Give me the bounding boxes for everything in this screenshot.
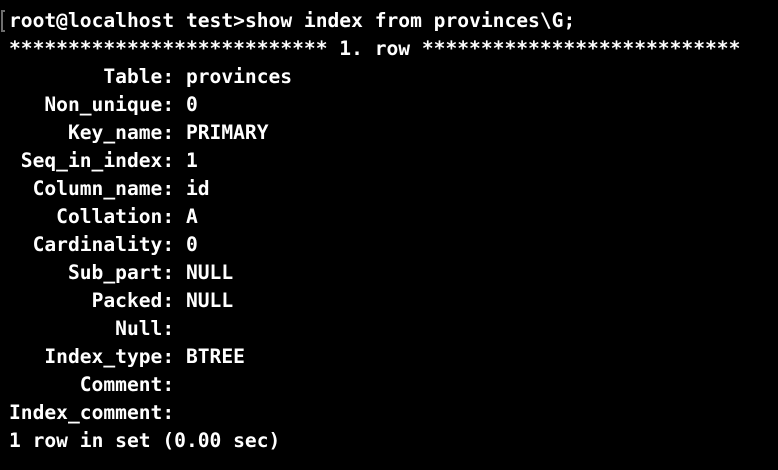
field-value: id	[185, 177, 210, 200]
field-row: Index_comment:	[9, 399, 778, 427]
field-row: Null:	[9, 315, 778, 343]
row-header-text: *************************** 1. row *****…	[9, 37, 741, 60]
field-value: 0	[185, 93, 198, 116]
field-row: Key_name: PRIMARY	[9, 119, 778, 147]
field-row: Index_type: BTREE	[9, 343, 778, 371]
field-name: Non_unique	[44, 93, 163, 116]
field-value: PRIMARY	[185, 121, 269, 144]
field-row: Column_name: id	[9, 175, 778, 203]
field-value: 0	[185, 233, 198, 256]
field-value: NULL	[185, 261, 234, 284]
field-name: Packed	[91, 289, 163, 312]
field-value: NULL	[185, 289, 234, 312]
field-name: Index_type	[44, 345, 163, 368]
field-row: Comment:	[9, 371, 778, 399]
field-name: Null	[115, 317, 163, 340]
field-name: Sub_part	[67, 261, 163, 284]
field-row: Seq_in_index: 1	[9, 147, 778, 175]
result-summary: 1 row in set (0.00 sec)	[9, 429, 281, 452]
command-line: root@localhost test> show index from prov…	[9, 7, 778, 35]
field-name: Column_name	[32, 177, 163, 200]
field-row: Cardinality: 0	[9, 231, 778, 259]
field-name: Table	[103, 65, 163, 88]
field-name: Key_name	[67, 121, 163, 144]
field-value: A	[185, 205, 198, 228]
selection-bracket-icon	[1, 10, 5, 32]
field-name: Index_comment	[9, 401, 163, 424]
field-name: Seq_in_index	[20, 149, 163, 172]
field-name: Cardinality	[32, 233, 163, 256]
shell-prompt: root@localhost test>	[9, 9, 245, 32]
field-name: Collation	[56, 205, 163, 228]
terminal-window[interactable]: root@localhost test> show index from prov…	[0, 0, 778, 470]
field-row: Sub_part: NULL	[9, 259, 778, 287]
result-footer: 1 row in set (0.00 sec)	[9, 427, 778, 455]
field-name: Comment	[79, 373, 163, 396]
field-row: Packed: NULL	[9, 287, 778, 315]
field-row: Collation: A	[9, 203, 778, 231]
field-value: 1	[185, 149, 198, 172]
sql-command: show index from provinces\G;	[244, 9, 576, 32]
row-header: *************************** 1. row *****…	[9, 35, 778, 63]
field-value: provinces	[185, 65, 293, 88]
field-value: BTREE	[185, 345, 245, 368]
field-row: Non_unique: 0	[9, 91, 778, 119]
field-row: Table: provinces	[9, 63, 778, 91]
